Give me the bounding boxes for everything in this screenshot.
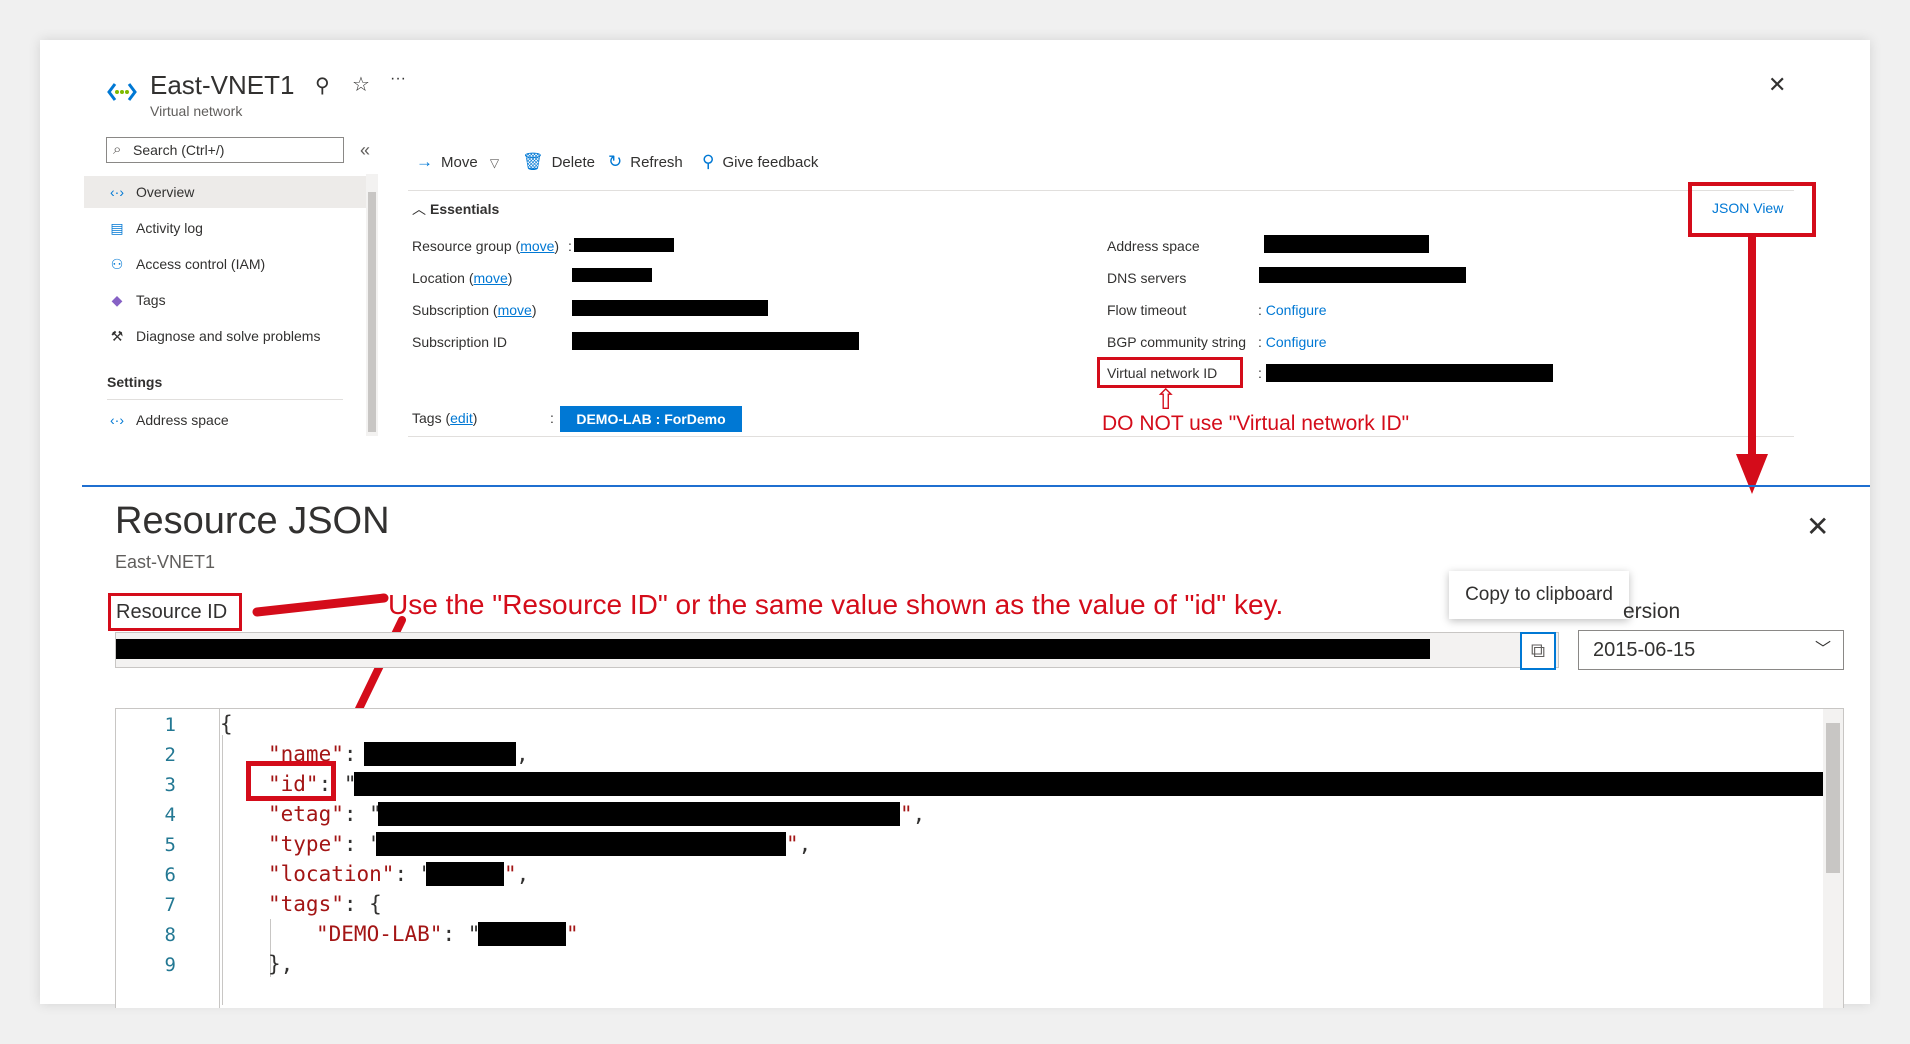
line-number: 3 — [164, 774, 176, 796]
code-line-1: { — [220, 712, 233, 736]
redacted-resource-id — [116, 639, 1430, 659]
redacted-etag-value — [378, 802, 900, 826]
json-editor[interactable]: 1 2 3 4 5 6 7 8 9 { "name": , "id": " "e… — [115, 708, 1844, 1008]
line-number: 4 — [164, 804, 176, 826]
code-quote: " — [566, 922, 579, 946]
redacted-demolab-value — [478, 922, 566, 946]
code-line-type: "type": " — [268, 832, 382, 856]
redacted-id-value — [354, 772, 1843, 796]
redacted-location-value — [426, 862, 504, 886]
line-number: 1 — [164, 714, 176, 736]
editor-scrollbar[interactable] — [1823, 709, 1843, 1008]
api-version-label: ersion — [1623, 600, 1681, 623]
redacted-name-value — [364, 742, 516, 766]
api-version-select[interactable]: 2015-06-15 ﹀ — [1578, 630, 1844, 670]
code-comma: ", — [900, 802, 926, 826]
code-line-location: "location": " — [268, 862, 433, 886]
copy-tooltip: Copy to clipboard — [1449, 571, 1629, 619]
redacted-type-value — [376, 832, 786, 856]
api-version-value: 2015-06-15 — [1593, 639, 1696, 661]
code-comma: ", — [504, 862, 530, 886]
id-key-highlight-box — [246, 761, 336, 801]
line-number: 6 — [164, 864, 176, 886]
copy-icon: ⧉ — [1530, 640, 1546, 662]
line-number: 7 — [164, 894, 176, 916]
code-line-demolab: "DEMO-LAB": " — [316, 922, 481, 946]
code-line-etag: "etag": " — [268, 802, 382, 826]
line-number: 2 — [164, 744, 176, 766]
copy-to-clipboard-button[interactable]: ⧉ — [1520, 632, 1556, 670]
line-number: 8 — [164, 924, 176, 946]
code-comma: , — [516, 742, 529, 766]
code-line-tags: "tags": { — [268, 892, 382, 916]
line-number: 9 — [164, 954, 176, 976]
line-number: 5 — [164, 834, 176, 856]
brace-guide — [222, 735, 223, 1005]
chevron-down-icon: ﹀ — [1814, 641, 1831, 658]
resource-id-field[interactable] — [115, 632, 1559, 668]
code-line-9: }, — [268, 952, 294, 976]
code-comma: ", — [786, 832, 812, 856]
